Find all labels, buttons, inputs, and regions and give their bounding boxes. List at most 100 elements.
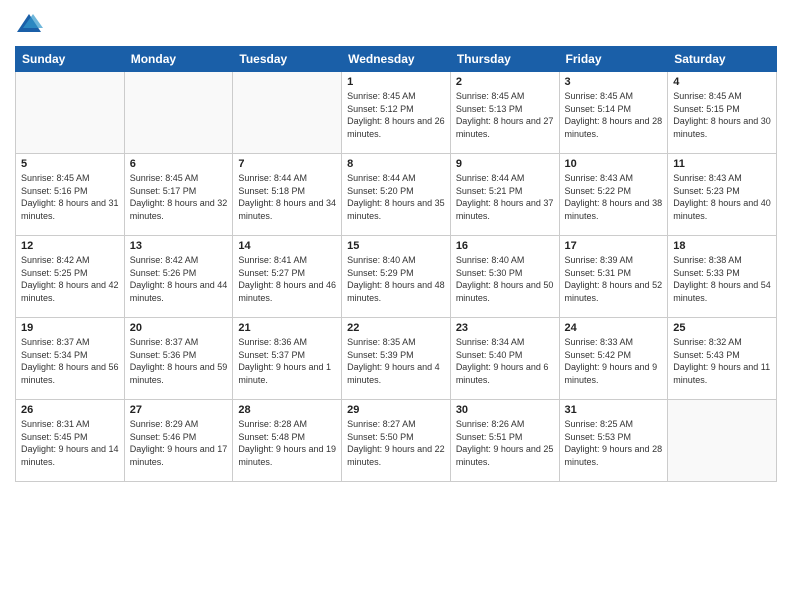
day-info: Sunrise: 8:25 AM Sunset: 5:53 PM Dayligh… [565,418,663,468]
calendar-cell: 16 Sunrise: 8:40 AM Sunset: 5:30 PM Dayli… [450,236,559,318]
calendar-cell: 5 Sunrise: 8:45 AM Sunset: 5:16 PM Daylig… [16,154,125,236]
calendar-cell: 29 Sunrise: 8:27 AM Sunset: 5:50 PM Dayli… [342,400,451,482]
day-number: 11 [673,158,771,170]
calendar-cell: 28 Sunrise: 8:28 AM Sunset: 5:48 PM Dayli… [233,400,342,482]
day-number: 31 [565,404,663,416]
day-of-week-header: Sunday [16,47,125,72]
day-number: 4 [673,76,771,88]
calendar-cell: 12 Sunrise: 8:42 AM Sunset: 5:25 PM Dayli… [16,236,125,318]
calendar-cell: 13Sunrise: 8:42 AM Sunset: 5:26 PM Dayli… [124,236,233,318]
day-of-week-header: Saturday [668,47,777,72]
day-info: Sunrise: 8:33 AM Sunset: 5:42 PM Dayligh… [565,336,663,386]
day-number: 5 [21,158,119,170]
day-number: 6 [130,158,228,170]
day-info: Sunrise: 8:40 AM Sunset: 5:29 PM Dayligh… [347,254,445,304]
calendar-cell: 21 Sunrise: 8:36 AM Sunset: 5:37 PM Dayli… [233,318,342,400]
calendar-cell: 10 Sunrise: 8:43 AM Sunset: 5:22 PM Dayli… [559,154,668,236]
calendar-week-row: 26 Sunrise: 8:31 AM Sunset: 5:45 PM Dayli… [16,400,777,482]
day-info: Sunrise: 8:38 AM Sunset: 5:33 PM Dayligh… [673,254,771,304]
calendar-cell: 19 Sunrise: 8:37 AM Sunset: 5:34 PM Dayli… [16,318,125,400]
calendar-cell: 9 Sunrise: 8:44 AM Sunset: 5:21 PM Daylig… [450,154,559,236]
day-number: 24 [565,322,663,334]
day-number: 25 [673,322,771,334]
day-number: 29 [347,404,445,416]
day-of-week-header: Friday [559,47,668,72]
calendar-cell: 24 Sunrise: 8:33 AM Sunset: 5:42 PM Dayli… [559,318,668,400]
calendar-cell: 31 Sunrise: 8:25 AM Sunset: 5:53 PM Dayli… [559,400,668,482]
day-info: Sunrise: 8:43 AM Sunset: 5:23 PM Dayligh… [673,172,771,222]
day-number: 3 [565,76,663,88]
day-number: 23 [456,322,554,334]
day-number: 9 [456,158,554,170]
day-number: 22 [347,322,445,334]
day-number: 16 [456,240,554,252]
day-number: 12 [21,240,119,252]
calendar-cell: 26 Sunrise: 8:31 AM Sunset: 5:45 PM Dayli… [16,400,125,482]
day-info: Sunrise: 8:45 AM Sunset: 5:14 PM Dayligh… [565,90,663,140]
day-number: 8 [347,158,445,170]
day-info: Sunrise: 8:42 AM Sunset: 5:25 PM Dayligh… [21,254,119,304]
day-info: Sunrise: 8:39 AM Sunset: 5:31 PM Dayligh… [565,254,663,304]
day-number: 20 [130,322,228,334]
day-number: 27 [130,404,228,416]
day-info: Sunrise: 8:45 AM Sunset: 5:16 PM Dayligh… [21,172,119,222]
day-number: 21 [238,322,336,334]
day-number: 19 [21,322,119,334]
day-number: 10 [565,158,663,170]
calendar-week-row: 1 Sunrise: 8:45 AM Sunset: 5:12 PM Daylig… [16,72,777,154]
calendar-cell: 18Sunrise: 8:38 AM Sunset: 5:33 PM Dayli… [668,236,777,318]
calendar-cell: 4 Sunrise: 8:45 AM Sunset: 5:15 PM Daylig… [668,72,777,154]
day-number: 17 [565,240,663,252]
day-of-week-header: Thursday [450,47,559,72]
day-of-week-header: Tuesday [233,47,342,72]
calendar-cell [233,72,342,154]
logo [15,10,47,38]
day-info: Sunrise: 8:45 AM Sunset: 5:13 PM Dayligh… [456,90,554,140]
day-info: Sunrise: 8:44 AM Sunset: 5:21 PM Dayligh… [456,172,554,222]
calendar-cell: 3 Sunrise: 8:45 AM Sunset: 5:14 PM Daylig… [559,72,668,154]
calendar-cell: 8Sunrise: 8:44 AM Sunset: 5:20 PM Daylig… [342,154,451,236]
header [15,10,777,38]
day-number: 7 [238,158,336,170]
calendar-cell: 17 Sunrise: 8:39 AM Sunset: 5:31 PM Dayli… [559,236,668,318]
calendar-cell: 22 Sunrise: 8:35 AM Sunset: 5:39 PM Dayli… [342,318,451,400]
day-info: Sunrise: 8:29 AM Sunset: 5:46 PM Dayligh… [130,418,228,468]
day-info: Sunrise: 8:28 AM Sunset: 5:48 PM Dayligh… [238,418,336,468]
logo-icon [15,10,43,38]
day-info: Sunrise: 8:35 AM Sunset: 5:39 PM Dayligh… [347,336,445,386]
day-of-week-header: Monday [124,47,233,72]
day-number: 28 [238,404,336,416]
calendar-cell: 15Sunrise: 8:40 AM Sunset: 5:29 PM Dayli… [342,236,451,318]
calendar-cell: 6 Sunrise: 8:45 AM Sunset: 5:17 PM Daylig… [124,154,233,236]
day-info: Sunrise: 8:31 AM Sunset: 5:45 PM Dayligh… [21,418,119,468]
calendar-cell: 20Sunrise: 8:37 AM Sunset: 5:36 PM Dayli… [124,318,233,400]
day-info: Sunrise: 8:41 AM Sunset: 5:27 PM Dayligh… [238,254,336,304]
calendar-week-row: 19 Sunrise: 8:37 AM Sunset: 5:34 PM Dayli… [16,318,777,400]
day-info: Sunrise: 8:45 AM Sunset: 5:12 PM Dayligh… [347,90,445,140]
day-info: Sunrise: 8:45 AM Sunset: 5:15 PM Dayligh… [673,90,771,140]
day-info: Sunrise: 8:40 AM Sunset: 5:30 PM Dayligh… [456,254,554,304]
calendar-cell: 7 Sunrise: 8:44 AM Sunset: 5:18 PM Daylig… [233,154,342,236]
day-number: 1 [347,76,445,88]
day-number: 26 [21,404,119,416]
day-info: Sunrise: 8:45 AM Sunset: 5:17 PM Dayligh… [130,172,228,222]
calendar-week-row: 12 Sunrise: 8:42 AM Sunset: 5:25 PM Dayli… [16,236,777,318]
calendar-cell: 25Sunrise: 8:32 AM Sunset: 5:43 PM Dayli… [668,318,777,400]
calendar-cell [668,400,777,482]
day-info: Sunrise: 8:34 AM Sunset: 5:40 PM Dayligh… [456,336,554,386]
calendar-cell: 23 Sunrise: 8:34 AM Sunset: 5:40 PM Dayli… [450,318,559,400]
calendar-cell: 11 Sunrise: 8:43 AM Sunset: 5:23 PM Dayli… [668,154,777,236]
day-number: 13 [130,240,228,252]
day-info: Sunrise: 8:37 AM Sunset: 5:34 PM Dayligh… [21,336,119,386]
calendar-cell [124,72,233,154]
day-info: Sunrise: 8:44 AM Sunset: 5:18 PM Dayligh… [238,172,336,222]
day-number: 14 [238,240,336,252]
day-info: Sunrise: 8:27 AM Sunset: 5:50 PM Dayligh… [347,418,445,468]
day-of-week-header: Wednesday [342,47,451,72]
calendar-header-row: SundayMondayTuesdayWednesdayThursdayFrid… [16,47,777,72]
calendar-cell [16,72,125,154]
day-info: Sunrise: 8:43 AM Sunset: 5:22 PM Dayligh… [565,172,663,222]
day-number: 30 [456,404,554,416]
day-number: 2 [456,76,554,88]
day-info: Sunrise: 8:36 AM Sunset: 5:37 PM Dayligh… [238,336,336,386]
